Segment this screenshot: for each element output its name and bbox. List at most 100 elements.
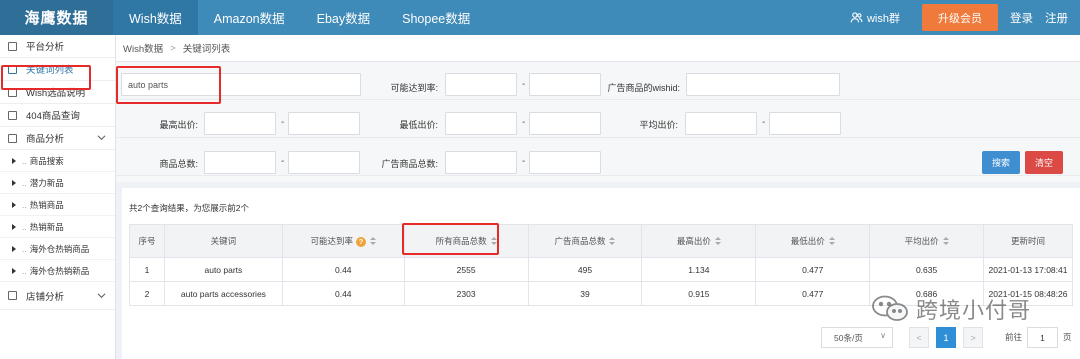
sort-icon[interactable] [828, 237, 835, 246]
sidebar-item-label: 关键词列表 [26, 65, 74, 76]
login-link[interactable]: 登录 [1010, 10, 1033, 26]
reach-rate-min-input[interactable] [445, 73, 517, 96]
breadcrumb: Wish数据 > 关键词列表 [116, 35, 1080, 62]
sidebar-sub-hot-products[interactable]: .. 热销商品 [0, 194, 115, 216]
search-button[interactable]: 搜索 [982, 151, 1020, 174]
min-price-min-input[interactable] [445, 112, 517, 135]
sort-icon[interactable] [490, 237, 497, 246]
range-dash: - [281, 156, 285, 167]
sidebar-item-label: 平台分析 [26, 42, 65, 53]
ad-total-max-input[interactable] [529, 151, 601, 174]
ad-wishid-label: 广告商品的wishid: [607, 83, 680, 93]
chevron-down-icon: ∨ [880, 331, 886, 340]
clear-button[interactable]: 清空 [1025, 151, 1063, 174]
sidebar-sub-product-search[interactable]: .. 商品搜索 [0, 150, 115, 172]
caret-right-icon [12, 245, 16, 252]
col-min-price[interactable]: 最低出价 [755, 224, 871, 258]
total-products-min-input[interactable] [204, 151, 276, 174]
avg-price-min-input[interactable] [685, 112, 757, 135]
page-size-value: 50条/页 [834, 332, 863, 343]
user-name: wish群 [866, 12, 900, 25]
range-dash: - [522, 156, 526, 167]
sidebar-sub-label: 海外仓热销新品 [29, 265, 90, 276]
help-icon[interactable]: ? [356, 236, 367, 247]
cell-keyword[interactable]: auto parts [163, 257, 283, 282]
sidebar-item-404-query[interactable]: 404商品查询 [0, 104, 115, 127]
col-max-price[interactable]: 最高出价 [641, 224, 757, 258]
sidebar-sub-label: 商品搜索 [29, 155, 64, 166]
prev-page-button[interactable]: < [909, 327, 929, 348]
min-price-max-input[interactable] [529, 112, 601, 135]
sidebar-item-product-analysis[interactable]: 商品分析 [0, 127, 115, 150]
max-price-min-input[interactable] [204, 112, 276, 135]
sidebar-sub-label: 海外仓热销商品 [29, 243, 90, 254]
goto-page-input[interactable]: 1 [1027, 327, 1058, 348]
sidebar-item-label: 404商品查询 [26, 111, 80, 122]
sidebar-sub-label: 潜力新品 [29, 177, 64, 188]
cell-reach-rate: 0.44 [281, 281, 405, 306]
caret-right-icon [12, 157, 16, 164]
col-reach-rate[interactable]: 可能达到率? [281, 224, 405, 258]
breadcrumb-wish[interactable]: Wish数据 [123, 41, 163, 55]
home-icon [8, 64, 17, 74]
keyword-input[interactable]: auto parts [121, 73, 361, 96]
table-row: 1 auto parts 0.44 2555 495 1.134 0.477 0… [129, 257, 1073, 282]
cell-max-price: 1.134 [641, 257, 757, 282]
sidebar-item-wish-guide[interactable]: Wish选品说明 [0, 81, 115, 104]
sidebar-sub-overseas-hot[interactable]: .. 海外仓热销商品 [0, 238, 115, 260]
sidebar-item-store-analysis[interactable]: 店铺分析 [0, 282, 115, 310]
max-price-max-input[interactable] [288, 112, 360, 135]
caret-right-icon [12, 223, 16, 230]
page-1-button[interactable]: 1 [936, 327, 956, 348]
sidebar: 平台分析 关键词列表 Wish选品说明 404商品查询 商品分析 .. 商品搜索… [0, 35, 116, 359]
nav-amazon[interactable]: Amazon数据 [198, 0, 301, 35]
result-summary: 共2个查询结果，为您展示前2个 [129, 203, 249, 213]
ad-total-min-input[interactable] [445, 151, 517, 174]
home-icon [8, 110, 17, 120]
total-products-label: 商品总数: [159, 159, 198, 169]
col-ad-total[interactable]: 广告商品总数 [527, 224, 643, 258]
logo[interactable]: 海鹰数据 [0, 0, 113, 35]
sidebar-sub-potential-new[interactable]: .. 潜力新品 [0, 172, 115, 194]
register-link[interactable]: 注册 [1045, 10, 1068, 26]
nav-ebay[interactable]: Ebay数据 [301, 0, 387, 35]
wechat-icon [872, 295, 908, 321]
sidebar-sub-overseas-hot-new[interactable]: .. 海外仓热销新品 [0, 260, 115, 282]
cell-min-price: 0.477 [755, 281, 871, 306]
next-page-button[interactable]: > [963, 327, 983, 348]
upgrade-button[interactable]: 升级会员 [922, 4, 998, 31]
cell-ad-total: 39 [527, 281, 643, 306]
max-price-label: 最高出价: [159, 120, 198, 130]
top-bar: 海鹰数据 Wish数据 Amazon数据 Ebay数据 Shopee数据 wis… [0, 0, 1080, 35]
avg-price-max-input[interactable] [769, 112, 841, 135]
cell-update-time: 2021-01-13 17:08:41 [983, 257, 1073, 282]
goto-suffix: 页 [1063, 332, 1072, 342]
sidebar-item-platform-analysis[interactable]: 平台分析 [0, 35, 115, 58]
nav-wish[interactable]: Wish数据 [113, 0, 198, 35]
reach-rate-label: 可能达到率: [390, 83, 438, 93]
breadcrumb-keyword-list: 关键词列表 [182, 44, 231, 55]
sort-icon[interactable] [714, 237, 721, 246]
sidebar-item-label: Wish选品说明 [26, 88, 86, 99]
sort-icon[interactable] [370, 237, 377, 246]
table-header-row: 序号 关键词 可能达到率? 所有商品总数 广告商品总数 最高出价 最低出价 平均… [129, 224, 1073, 258]
sidebar-item-keyword-list[interactable]: 关键词列表 [0, 58, 115, 81]
col-total-products[interactable]: 所有商品总数 [403, 224, 529, 258]
sidebar-item-label: 商品分析 [26, 134, 65, 145]
cell-keyword[interactable]: auto parts accessories [163, 281, 283, 306]
sidebar-sub-label: 热销新品 [29, 221, 64, 232]
nav-shopee[interactable]: Shopee数据 [386, 0, 486, 35]
page-size-select[interactable]: 50条/页 ∨ [821, 327, 893, 348]
user-group-link[interactable]: wish群 [850, 10, 900, 26]
sidebar-sub-hot-new[interactable]: .. 热销新品 [0, 216, 115, 238]
sort-icon[interactable] [942, 237, 949, 246]
min-price-label: 最低出价: [399, 120, 438, 130]
cell-total-products: 2555 [403, 257, 529, 282]
store-icon [8, 291, 17, 300]
col-update-time: 更新时间 [983, 224, 1073, 258]
top-nav: Wish数据 Amazon数据 Ebay数据 Shopee数据 [113, 0, 486, 35]
range-dash: - [762, 117, 766, 128]
sort-icon[interactable] [609, 237, 616, 246]
col-avg-price[interactable]: 平均出价 [869, 224, 985, 258]
ad-wishid-input[interactable] [686, 73, 840, 96]
